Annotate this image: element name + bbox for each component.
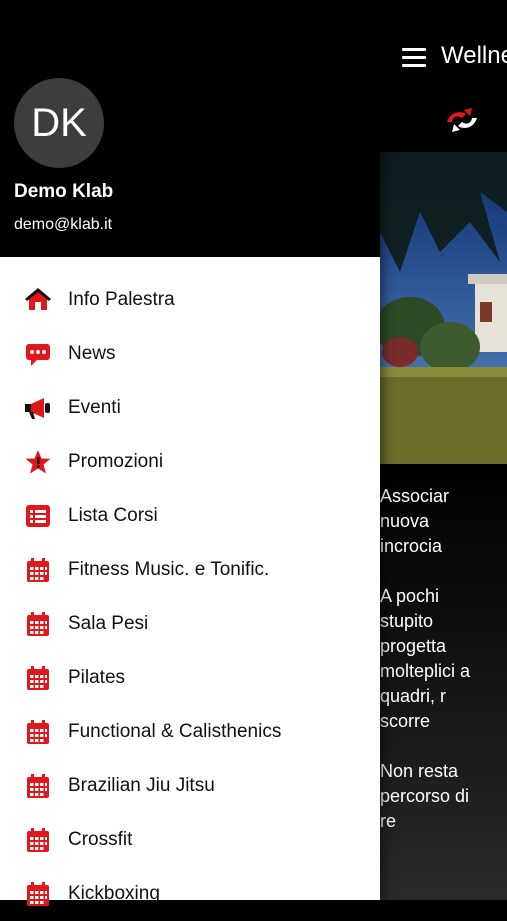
menu-item-fitness-music-e-tonific[interactable]: Fitness Music. e Tonific. — [0, 543, 380, 597]
logo-icon — [444, 104, 480, 136]
menu-item-info-palestra[interactable]: Info Palestra — [0, 273, 380, 327]
drawer-menu: Info Palestra News Eventi Promozioni Lista C… — [0, 273, 380, 921]
intro-line: scorre — [380, 711, 431, 731]
intro-line: Associar — [380, 486, 450, 506]
intro-line: incrocia — [380, 536, 443, 556]
intro-line — [380, 559, 507, 584]
calendar-icon — [24, 665, 52, 691]
intro-line: quadri, r — [380, 686, 447, 706]
menu-item-sala-pesi[interactable]: Sala Pesi — [0, 597, 380, 651]
menu-item-label: Pilates — [68, 667, 126, 688]
menu-item-kickboxing[interactable]: Kickboxing — [0, 867, 380, 921]
list-icon — [24, 503, 52, 529]
menu-item-pilates[interactable]: Pilates — [0, 651, 380, 705]
menu-item-news[interactable]: News — [0, 327, 380, 381]
calendar-icon — [24, 773, 52, 799]
menu-icon[interactable] — [402, 48, 426, 68]
calendar-icon — [24, 557, 52, 583]
chat-icon — [24, 341, 52, 367]
menu-item-functional-calisthenics[interactable]: Functional & Calisthenics — [0, 705, 380, 759]
intro-line: percorso di — [380, 786, 470, 806]
user-email: demo@klab.it — [14, 216, 113, 233]
gym-photo — [380, 152, 507, 464]
calendar-icon — [24, 881, 52, 907]
menu-item-label: Promozioni — [68, 451, 164, 472]
intro-line: stupito — [380, 611, 434, 631]
intro-text: Associar nuova incrocia A pochi stupito proge… — [380, 484, 507, 834]
menu-item-label: Fitness Music. e Tonific. — [68, 559, 270, 580]
menu-item-eventi[interactable]: Eventi — [0, 381, 380, 435]
menu-item-label: Kickboxing — [68, 883, 160, 904]
calendar-icon — [24, 827, 52, 853]
intro-line: molteplici a — [380, 661, 471, 681]
intro-line: Non resta — [380, 761, 459, 781]
menu-item-promozioni[interactable]: Promozioni — [0, 435, 380, 489]
intro-line: progetta — [380, 636, 447, 656]
star-icon — [24, 449, 52, 475]
intro-line: re — [380, 811, 397, 831]
menu-item-label: Info Palestra — [68, 289, 175, 310]
menu-item-label: News — [68, 343, 116, 364]
navigation-drawer: DK Demo Klab demo@klab.it Info Palestra N… — [0, 0, 380, 906]
calendar-icon — [24, 719, 52, 745]
megaphone-icon — [24, 395, 52, 421]
user-name: Demo Klab — [14, 181, 114, 202]
avatar[interactable]: DK — [14, 78, 104, 168]
menu-item-label: Lista Corsi — [68, 505, 158, 526]
menu-item-lista-corsi[interactable]: Lista Corsi — [0, 489, 380, 543]
drawer-header: DK Demo Klab demo@klab.it — [0, 0, 380, 257]
calendar-icon — [24, 611, 52, 637]
intro-line — [380, 734, 507, 759]
app-title: Wellne — [441, 42, 507, 69]
intro-line: nuova — [380, 511, 430, 531]
home-icon — [24, 287, 52, 313]
menu-item-label: Sala Pesi — [68, 613, 149, 634]
menu-item-label: Functional & Calisthenics — [68, 721, 282, 742]
menu-item-label: Crossfit — [68, 829, 133, 850]
menu-item-brazilian-jiu-jitsu[interactable]: Brazilian Jiu Jitsu — [0, 759, 380, 813]
menu-item-label: Brazilian Jiu Jitsu — [68, 775, 215, 796]
menu-item-crossfit[interactable]: Crossfit — [0, 813, 380, 867]
intro-line: A pochi — [380, 586, 440, 606]
menu-item-label: Eventi — [68, 397, 121, 418]
